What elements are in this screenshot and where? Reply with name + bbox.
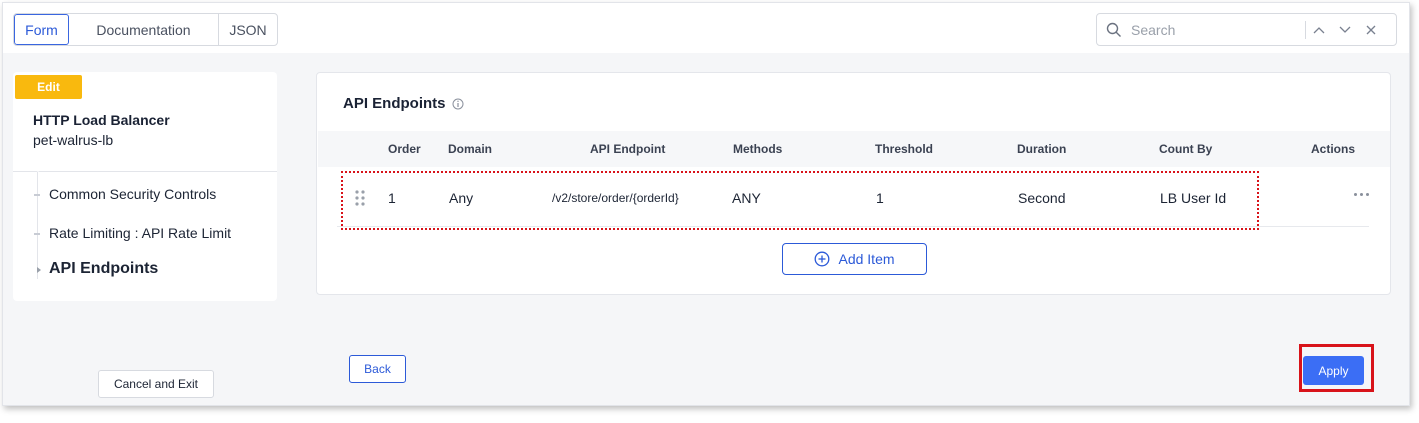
nav-pointer: [33, 167, 43, 172]
add-item-label: Add Item: [838, 251, 895, 267]
info-icon[interactable]: [452, 98, 464, 110]
cancel-and-exit-button[interactable]: Cancel and Exit: [98, 370, 214, 398]
edit-badge: Edit: [15, 75, 82, 99]
column-header-order: Order: [388, 142, 421, 156]
sidebar-item-api-endpoints[interactable]: API Endpoints: [49, 260, 158, 278]
column-header-domain: Domain: [448, 142, 493, 156]
object-type-title: HTTP Load Balancer: [33, 112, 170, 128]
tab-documentation[interactable]: Documentation: [69, 14, 219, 45]
chevron-up-icon[interactable]: [1306, 26, 1332, 34]
search-box: [1096, 13, 1397, 46]
table-header: Order Domain API Endpoint Methods Thresh…: [318, 131, 1390, 167]
object-name: pet-walrus-lb: [33, 132, 114, 148]
section-title-text: API Endpoints: [343, 95, 446, 112]
nav-timeline: [37, 172, 38, 279]
nav-divider: [13, 171, 277, 172]
column-header-api-endpoint: API Endpoint: [590, 142, 666, 156]
plus-circle-icon: [814, 251, 830, 267]
cell-domain: Any: [449, 190, 474, 206]
nav-bullet: [34, 194, 40, 196]
side-navigation: Edit HTTP Load Balancer pet-walrus-lb Co…: [13, 72, 277, 301]
cell-methods: ANY: [732, 190, 761, 206]
search-icon: [1097, 22, 1131, 38]
tab-json[interactable]: JSON: [219, 14, 277, 45]
api-endpoints-card: API Endpoints Order Domain API Endpoint …: [316, 72, 1391, 295]
apply-button[interactable]: Apply: [1303, 356, 1364, 385]
sidebar-item-rate-limiting[interactable]: Rate Limiting : API Rate Limit: [49, 225, 231, 241]
close-icon[interactable]: [1358, 25, 1384, 35]
cell-order: 1: [388, 190, 396, 206]
column-header-count-by: Count By: [1159, 142, 1213, 156]
section-title: API Endpoints: [343, 95, 464, 112]
nav-bullet: [34, 233, 40, 235]
cell-api-endpoint: /v2/store/order/{orderId}: [552, 191, 679, 205]
table-row[interactable]: 1 Any /v2/store/order/{orderId} ANY 1 Se…: [337, 169, 1369, 227]
column-header-methods: Methods: [733, 142, 783, 156]
top-bar: Form Documentation JSON: [3, 3, 1409, 53]
column-header-duration: Duration: [1017, 142, 1067, 156]
chevron-down-icon[interactable]: [1332, 26, 1358, 34]
drag-handle-icon[interactable]: [355, 190, 365, 211]
view-tabs: Form Documentation JSON: [13, 13, 278, 46]
column-header-threshold: Threshold: [875, 142, 934, 156]
cell-threshold: 1: [876, 190, 884, 206]
cell-count-by: LB User Id: [1160, 190, 1227, 206]
form-window: Form Documentation JSON Edit HTTP Load B…: [2, 2, 1410, 406]
back-button[interactable]: Back: [349, 355, 406, 383]
tab-form[interactable]: Form: [14, 14, 69, 45]
nav-active-arrow-icon: [37, 267, 41, 273]
sidebar-item-common-security-controls[interactable]: Common Security Controls: [49, 186, 216, 202]
column-header-actions: Actions: [1311, 142, 1356, 156]
search-input[interactable]: [1131, 21, 1301, 38]
more-actions-icon[interactable]: [1354, 193, 1369, 196]
cell-duration: Second: [1018, 190, 1066, 206]
add-item-button[interactable]: Add Item: [782, 243, 927, 275]
